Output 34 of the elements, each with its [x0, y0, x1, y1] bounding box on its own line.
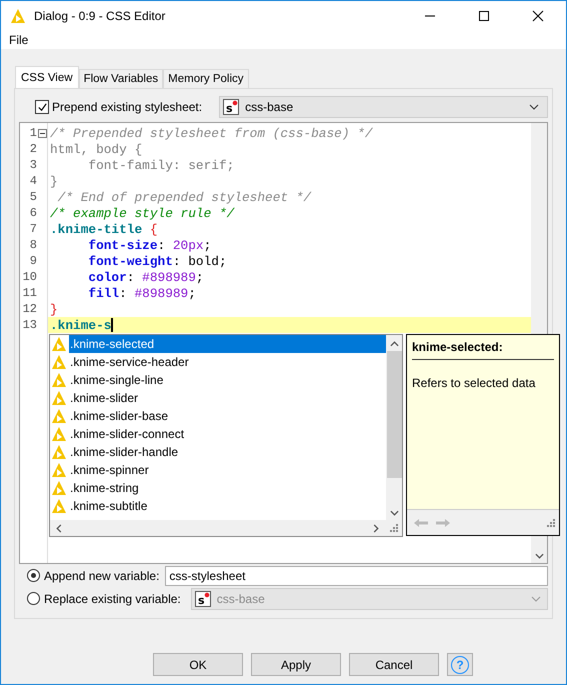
line-number: 4	[30, 174, 37, 188]
code-text: }	[50, 302, 58, 316]
code-text: .knime-s	[50, 318, 114, 332]
radio-label: Replace existing variable:	[44, 592, 181, 606]
line-number: 13	[22, 318, 37, 332]
code-text: /* Prepended stylesheet from (css-base) */	[50, 126, 373, 140]
line-number: 5	[30, 190, 37, 204]
line-number: 1	[30, 126, 37, 140]
code-text: font-family: serif;	[87, 158, 234, 172]
line-number: 6	[30, 206, 37, 220]
string-variable-icon: s	[223, 99, 240, 115]
code-text: /* End of prepended stylesheet */	[56, 190, 312, 204]
code-text: .knime-title {	[50, 222, 158, 236]
code-text: fill: #898989;	[87, 286, 196, 300]
string-variable-icon: s	[194, 590, 211, 606]
line-number: 10	[22, 270, 37, 284]
window-title: Dialog - 0:9 - CSS Editor	[34, 9, 166, 23]
popup-text: Refers to selected data	[412, 376, 536, 390]
line-number: 9	[30, 254, 37, 268]
code-text: color: #898989;	[87, 270, 204, 284]
code-text: html, body {	[50, 142, 142, 156]
line-number: 11	[22, 286, 37, 300]
code-text: font-size: 20px;	[87, 238, 212, 252]
radio-label: Append new variable:	[44, 568, 160, 582]
checkbox-label: Prepend existing stylesheet:	[52, 100, 202, 114]
line-number: 7	[30, 222, 37, 236]
line-number: 8	[30, 238, 37, 252]
popup-title: knime-selected:	[412, 340, 504, 354]
line-number: 12	[22, 302, 37, 316]
code-text: }	[50, 174, 58, 188]
line-number: 2	[30, 142, 37, 156]
line-number: 3	[30, 158, 37, 172]
code-text: font-weight: bold;	[87, 254, 227, 268]
code-text: /* example style rule */	[50, 206, 234, 220]
